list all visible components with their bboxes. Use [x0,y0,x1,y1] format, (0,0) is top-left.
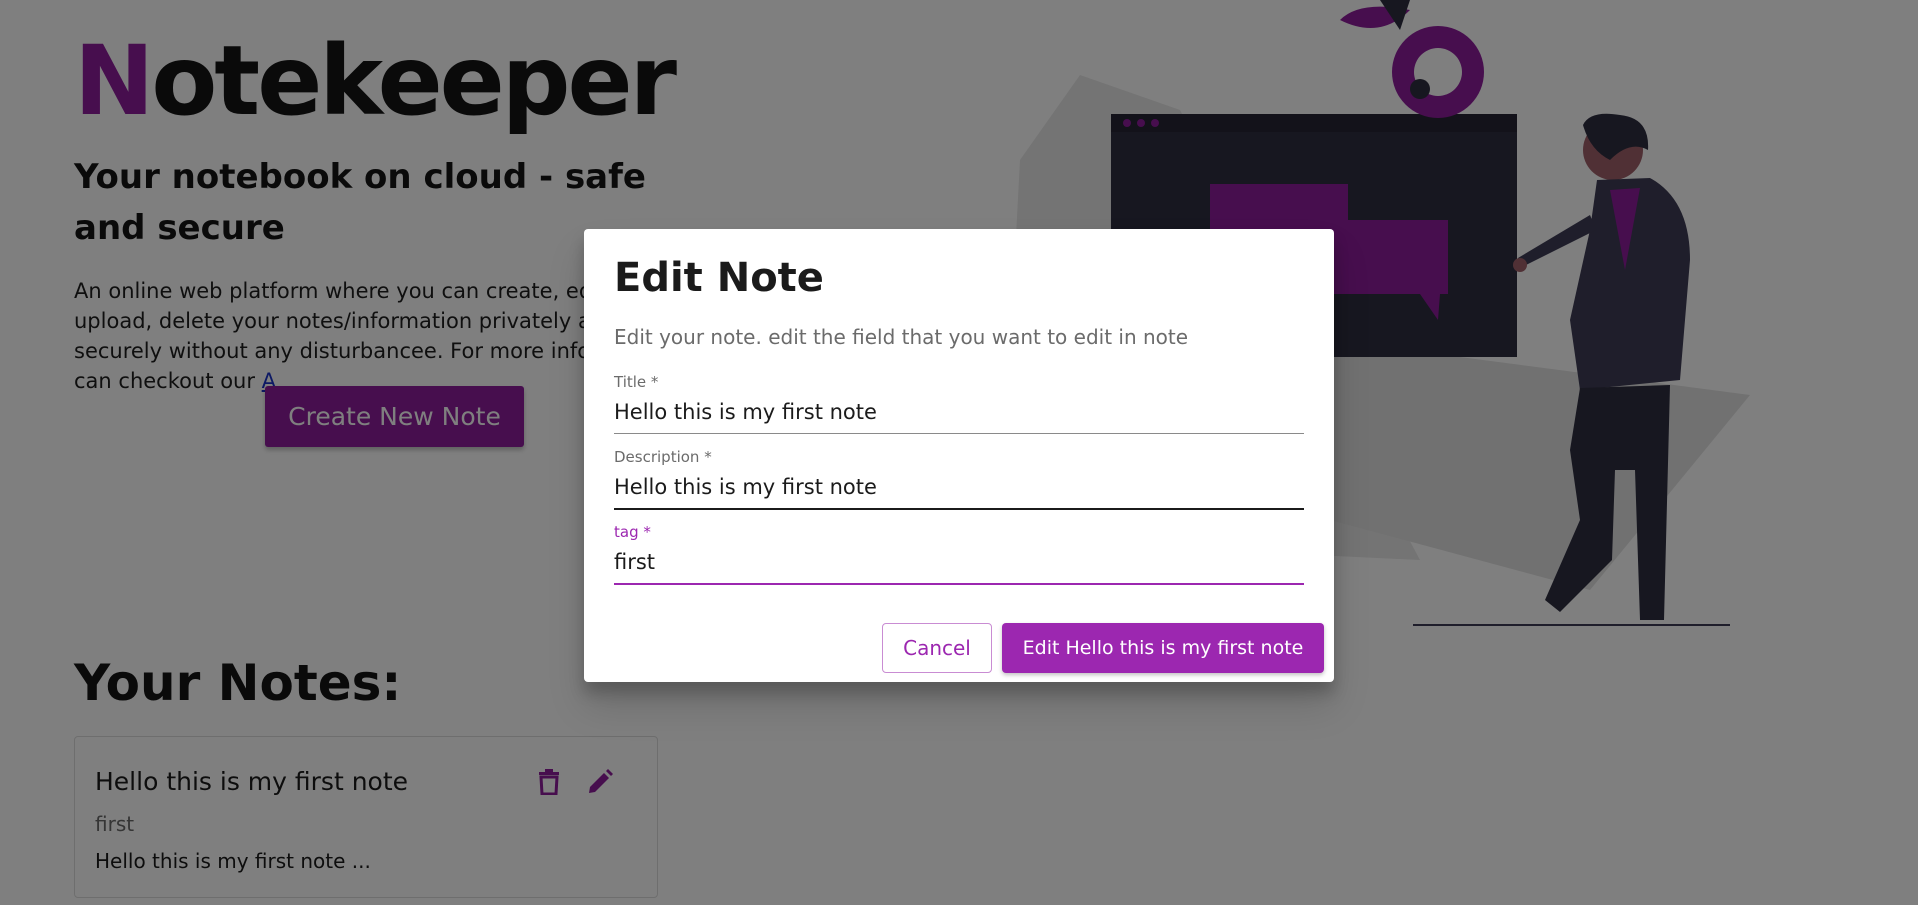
dialog-description: Edit your note. edit the field that you … [614,325,1189,349]
title-field-label: Title * [614,373,659,391]
title-field: Title * [614,373,1304,434]
cancel-button[interactable]: Cancel [882,623,992,673]
description-field-underline [614,508,1304,510]
description-field: Description * [614,448,1304,510]
tag-field-label: tag * [614,523,651,541]
description-field-label: Description * [614,448,712,466]
tag-input[interactable] [614,545,1304,579]
tag-field-underline [614,583,1304,585]
edit-note-dialog: Edit Note Edit your note. edit the field… [584,229,1334,682]
edit-note-submit-button[interactable]: Edit Hello this is my first note [1002,623,1324,673]
dialog-title: Edit Note [614,255,824,301]
tag-field: tag * [614,523,1304,585]
title-field-underline [614,433,1304,434]
description-input[interactable] [614,470,1304,504]
title-input[interactable] [614,395,1304,429]
